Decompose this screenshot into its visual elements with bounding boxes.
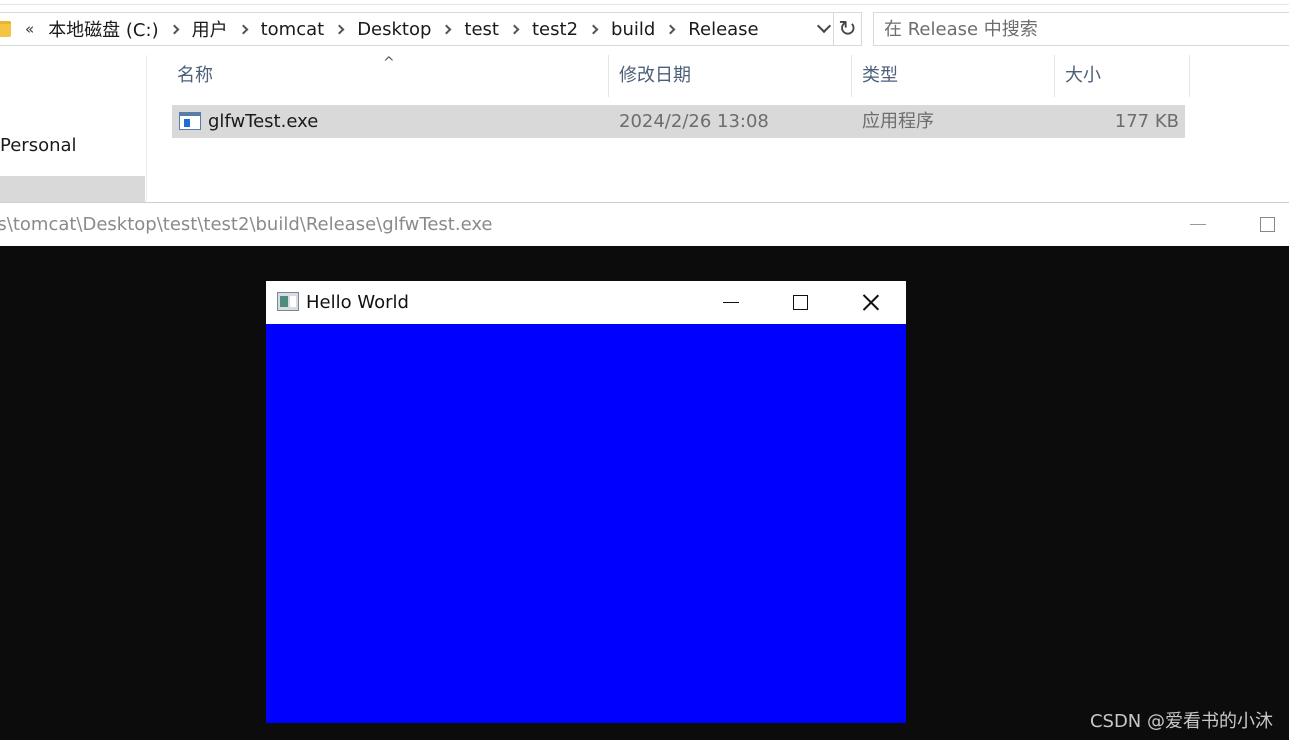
file-explorer-window: « 本地磁盘 (C:) 用户 tomcat Desktop test test2…	[0, 0, 1289, 202]
glfw-title-bar[interactable]: Hello World	[266, 281, 906, 324]
chevron-right-icon[interactable]	[665, 24, 676, 34]
breadcrumb-build[interactable]: build	[607, 19, 659, 40]
breadcrumb-users[interactable]: 用户	[188, 16, 232, 42]
table-row[interactable]: glfwTest.exe 2024/2/26 13:08 应用程序 177 KB	[172, 105, 1185, 138]
maximize-icon[interactable]	[793, 295, 808, 310]
nav-item-personal[interactable]: Personal	[0, 135, 77, 156]
console-title-bar[interactable]: rs\tomcat\Desktop\test\test2\build\Relea…	[0, 202, 1289, 246]
minimize-icon[interactable]	[1190, 224, 1206, 225]
chevron-right-icon[interactable]	[334, 24, 345, 34]
breadcrumb-desktop[interactable]: Desktop	[353, 19, 435, 40]
exe-file-icon	[179, 112, 201, 130]
glfw-window: Hello World	[266, 281, 906, 723]
column-header-type[interactable]: 类型	[852, 55, 1055, 97]
breadcrumb-release[interactable]: Release	[684, 19, 762, 40]
file-date: 2024/2/26 13:08	[619, 111, 769, 132]
breadcrumb-test2[interactable]: test2	[528, 19, 582, 40]
chevron-right-icon[interactable]	[588, 24, 599, 34]
nav-item-selected[interactable]	[0, 176, 145, 202]
sort-ascending-icon: ^	[383, 55, 395, 71]
file-type: 应用程序	[862, 111, 934, 132]
minimize-icon[interactable]	[723, 302, 739, 303]
navigation-pane: Personal	[0, 55, 147, 202]
column-header-size[interactable]: 大小	[1055, 55, 1190, 97]
folder-icon	[0, 21, 11, 37]
render-canvas[interactable]	[266, 324, 906, 723]
breadcrumb-test[interactable]: test	[460, 19, 503, 40]
column-header-date[interactable]: 修改日期	[609, 55, 852, 97]
chevron-right-icon[interactable]	[238, 24, 249, 34]
chevron-down-icon[interactable]	[816, 18, 832, 34]
chevron-right-icon[interactable]	[509, 24, 520, 34]
app-icon	[277, 292, 299, 311]
file-name: glfwTest.exe	[208, 111, 319, 132]
maximize-icon[interactable]	[1260, 217, 1275, 232]
search-input[interactable]	[873, 12, 1289, 46]
chevron-right-icon[interactable]	[169, 24, 180, 34]
file-size: 177 KB	[1114, 111, 1179, 132]
address-bar[interactable]: « 本地磁盘 (C:) 用户 tomcat Desktop test test2…	[0, 12, 834, 46]
file-list: 名称 ^ 修改日期 类型 大小 glfwTest.exe 2024/2/26 1…	[147, 55, 1289, 202]
close-icon[interactable]	[863, 294, 879, 310]
console-title: rs\tomcat\Desktop\test\test2\build\Relea…	[0, 214, 493, 235]
chevron-right-icon[interactable]	[441, 24, 452, 34]
breadcrumb-overflow-button[interactable]: «	[25, 20, 34, 38]
refresh-button[interactable]: ↻	[834, 12, 862, 46]
watermark: CSDN @爱看书的小沐	[1089, 711, 1273, 732]
glfw-window-title: Hello World	[306, 292, 409, 313]
breadcrumb-tomcat[interactable]: tomcat	[257, 19, 329, 40]
breadcrumb-local-disk[interactable]: 本地磁盘 (C:)	[44, 16, 162, 42]
window-edge	[0, 4, 1289, 5]
